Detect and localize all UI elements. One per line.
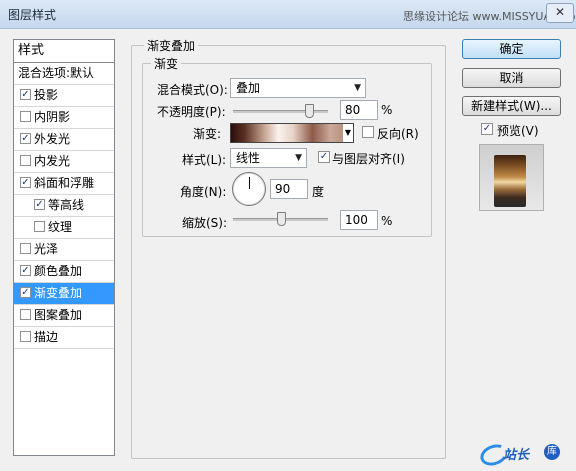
style-item-stroke[interactable]: 描边: [14, 327, 114, 349]
align-layer-label: 与图层对齐(I): [332, 152, 405, 166]
site-logo: 站长 库: [477, 439, 570, 470]
angle-hand: [249, 177, 250, 189]
scale-value: 100: [345, 213, 368, 227]
checkbox-drop-shadow[interactable]: ✓: [20, 89, 31, 100]
style-item-satin[interactable]: 光泽: [14, 239, 114, 261]
styles-header: 样式: [14, 40, 114, 63]
style-item-drop-shadow[interactable]: ✓ 投影: [14, 85, 114, 107]
gradient-dropdown-icon[interactable]: ▼: [343, 123, 354, 143]
angle-dial[interactable]: [232, 172, 266, 206]
reverse-label: 反向(R): [377, 127, 419, 141]
preview-swatch: [494, 155, 526, 207]
opacity-slider-thumb[interactable]: [305, 104, 314, 118]
scale-input[interactable]: 100: [340, 210, 378, 230]
style-item-inner-shadow[interactable]: 内阴影: [14, 107, 114, 129]
style-item-label: 颜色叠加: [34, 264, 83, 278]
angle-label: 角度(N):: [180, 185, 227, 199]
gradient-swatch[interactable]: [230, 123, 345, 143]
cancel-button[interactable]: 取消: [462, 68, 561, 88]
style-item-label: 光泽: [34, 242, 59, 256]
style-select[interactable]: 线性 ▼: [230, 148, 307, 168]
opacity-value: 80: [345, 103, 361, 117]
style-item-label: 图案叠加: [34, 308, 83, 322]
style-value: 线性: [236, 151, 261, 165]
gradient-label: 渐变:: [193, 127, 222, 141]
checkbox-inner-glow[interactable]: [20, 155, 31, 166]
style-item-outer-glow[interactable]: ✓ 外发光: [14, 129, 114, 151]
logo-badge: 库: [544, 444, 560, 460]
logo-text: 站长: [503, 448, 530, 463]
checkbox-color-overlay[interactable]: ✓: [20, 265, 31, 276]
checkbox-stroke[interactable]: [20, 331, 31, 342]
style-item-color-overlay[interactable]: ✓ 颜色叠加: [14, 261, 114, 283]
angle-input[interactable]: 90: [270, 179, 308, 199]
checkbox-bevel-emboss[interactable]: ✓: [20, 177, 31, 188]
checkbox-contour[interactable]: ✓: [34, 199, 45, 210]
style-item-gradient-overlay[interactable]: ✓ 渐变叠加: [14, 283, 114, 305]
checkbox-gradient-overlay[interactable]: ✓: [20, 287, 31, 298]
chevron-down-icon: ▼: [295, 153, 302, 163]
reverse-checkbox[interactable]: [362, 126, 374, 138]
ok-button[interactable]: 确定: [462, 39, 561, 59]
checkbox-inner-shadow[interactable]: [20, 111, 31, 122]
styles-list: 样式 混合选项:默认 ✓ 投影 内阴影 ✓ 外发光 内发光 ✓ 斜面和浮雕 ✓ 等高线 …: [13, 39, 115, 456]
subgroup-title: 渐变: [151, 55, 182, 72]
angle-unit: 度: [312, 185, 325, 199]
style-item-pattern-overlay[interactable]: 图案叠加: [14, 305, 114, 327]
checkbox-texture[interactable]: [34, 221, 45, 232]
preview-checkbox[interactable]: ✓: [481, 123, 493, 135]
chevron-down-icon: ▼: [354, 83, 361, 93]
angle-value: 90: [275, 182, 291, 196]
style-item-label: 纹理: [48, 220, 73, 234]
style-item-label: 渐变叠加: [34, 286, 83, 300]
style-item-label: 内阴影: [34, 110, 71, 124]
scale-unit: %: [381, 214, 393, 228]
blend-options-item[interactable]: 混合选项:默认: [14, 63, 114, 85]
style-item-contour[interactable]: ✓ 等高线: [14, 195, 114, 217]
style-item-bevel-emboss[interactable]: ✓ 斜面和浮雕: [14, 173, 114, 195]
group-title: 渐变叠加: [144, 37, 199, 54]
scale-label: 缩放(S):: [182, 216, 228, 230]
style-item-label: 内发光: [34, 154, 71, 168]
window-title: 图层样式: [8, 8, 57, 22]
opacity-input[interactable]: 80: [340, 100, 378, 120]
opacity-label: 不透明度(P):: [157, 105, 226, 119]
checkbox-outer-glow[interactable]: ✓: [20, 133, 31, 144]
blend-mode-label: 混合模式(O):: [157, 83, 228, 97]
opacity-unit: %: [381, 103, 393, 117]
checkbox-satin[interactable]: [20, 243, 31, 254]
style-item-label: 描边: [34, 330, 59, 344]
align-layer-checkbox[interactable]: ✓: [318, 151, 330, 163]
style-item-texture[interactable]: 纹理: [14, 217, 114, 239]
blend-mode-value: 叠加: [236, 81, 261, 95]
style-label: 样式(L):: [182, 153, 227, 167]
style-item-label: 等高线: [48, 198, 85, 212]
checkbox-pattern-overlay[interactable]: [20, 309, 31, 320]
new-style-button[interactable]: 新建样式(W)...: [462, 96, 561, 116]
blend-mode-select[interactable]: 叠加 ▼: [230, 78, 366, 98]
style-preview: [479, 144, 544, 211]
title-bar: 图层样式 思缘设计论坛 www.MISSYUAN.com ✕: [0, 0, 576, 29]
close-icon[interactable]: ✕: [546, 3, 574, 23]
scale-slider-thumb[interactable]: [276, 212, 286, 226]
style-item-label: 投影: [34, 88, 59, 102]
style-item-label: 斜面和浮雕: [34, 176, 95, 190]
style-item-inner-glow[interactable]: 内发光: [14, 151, 114, 173]
preview-label: 预览(V): [497, 124, 539, 138]
style-item-label: 外发光: [34, 132, 71, 146]
